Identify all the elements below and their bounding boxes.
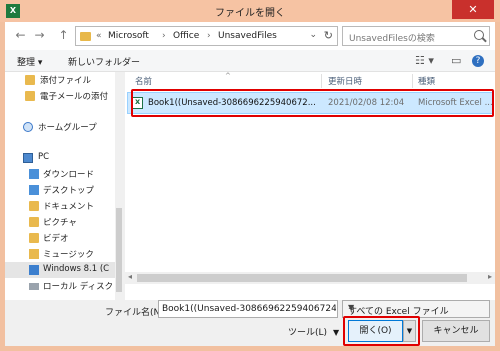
sidebar-item-label: デスクトップ	[43, 186, 95, 196]
videos-icon	[29, 233, 39, 243]
sidebar-item-pc[interactable]: PC	[5, 150, 115, 166]
up-arrow-icon[interactable]: ↑	[56, 28, 71, 43]
drive-icon	[29, 283, 39, 290]
chevron-down-icon: ▼	[333, 328, 340, 337]
organize-button[interactable]: 整理 ▾	[17, 55, 42, 68]
navigation-pane: 添付ファイル 電子メールの添付 ホームグループ PC ダウンロード デスクトップ	[5, 72, 123, 300]
sidebar-item-desktop[interactable]: デスクトップ	[5, 182, 115, 198]
scroll-right-icon[interactable]: ▸	[488, 272, 492, 281]
windows-drive-icon	[29, 265, 39, 275]
breadcrumb-separator[interactable]: ›	[162, 31, 166, 41]
preview-pane-icon[interactable]: ▭	[451, 54, 461, 67]
horizontal-scrollbar[interactable]: ◂ ▸	[125, 272, 495, 284]
folder-icon	[25, 91, 35, 101]
filename-field[interactable]: Book1((Unsaved-308669622594067244	[158, 300, 338, 318]
column-header-type[interactable]: 種類	[418, 75, 435, 87]
title-bar[interactable]: X ファイルを開く ✕	[0, 0, 500, 22]
sidebar-item-pictures[interactable]: ピクチャ	[5, 214, 115, 230]
highlight-frame	[131, 89, 494, 117]
search-icon[interactable]	[474, 30, 484, 40]
breadcrumb-overflow[interactable]: «	[96, 31, 102, 41]
command-bar: 整理 ▾ 新しいフォルダー ☷ ▾ ▭ ?	[5, 50, 495, 72]
breadcrumb-unsavedfiles[interactable]: UnsavedFiles	[218, 31, 277, 41]
back-arrow-icon[interactable]: ←	[13, 28, 28, 43]
column-divider[interactable]	[321, 74, 322, 88]
dialog-title: ファイルを開く	[215, 8, 285, 19]
sidebar-item-label: 電子メールの添付	[40, 92, 109, 102]
navigation-scrollbar[interactable]	[115, 72, 123, 300]
sidebar-item-label: ピクチャ	[43, 218, 77, 228]
sidebar-item-label: Windows 8.1 (C	[43, 264, 110, 274]
sidebar-item-label: ビデオ	[43, 234, 69, 244]
footer-controls: ファイル名(N): Book1((Unsaved-308669622594067…	[5, 300, 495, 346]
refresh-icon[interactable]: ↻	[324, 29, 333, 42]
sidebar-item-downloads[interactable]: ダウンロード	[5, 166, 115, 182]
column-header-name[interactable]: 名前	[135, 75, 152, 87]
sidebar-item-label: ローカル ディスク (E	[43, 282, 123, 292]
column-header-modified[interactable]: 更新日時	[328, 75, 362, 87]
address-bar[interactable]: « Microsoft › Office › UnsavedFiles ⌄ ↻	[75, 26, 338, 46]
sidebar-item-videos[interactable]: ビデオ	[5, 230, 115, 246]
breadcrumb-office[interactable]: Office	[173, 31, 199, 41]
sidebar-item-documents[interactable]: ドキュメント	[5, 198, 115, 214]
view-options-icon[interactable]: ☷ ▾	[415, 54, 434, 67]
dialog-body: ← → ↑ « Microsoft › Office › UnsavedFile…	[5, 22, 495, 346]
sort-ascending-icon: ^	[225, 72, 231, 80]
scrollbar-thumb[interactable]	[116, 208, 122, 292]
sidebar-item-music[interactable]: ミュージック	[5, 246, 115, 262]
search-placeholder: UnsavedFilesの検索	[349, 34, 435, 44]
sidebar-item-attachments[interactable]: 添付ファイル	[5, 72, 115, 88]
pc-icon	[23, 153, 33, 163]
download-icon	[29, 169, 39, 179]
file-open-dialog: X ファイルを開く ✕ ← → ↑ « Microsoft › Office ›…	[0, 0, 500, 351]
scroll-left-icon[interactable]: ◂	[128, 272, 132, 281]
column-divider[interactable]	[412, 74, 413, 88]
highlight-frame	[343, 316, 420, 346]
tools-label: ツール(L)	[288, 328, 328, 338]
documents-icon	[29, 201, 39, 211]
pictures-icon	[29, 217, 39, 227]
music-icon	[29, 249, 39, 259]
desktop-icon	[29, 185, 39, 195]
sidebar-item-label: 添付ファイル	[40, 76, 92, 86]
close-button[interactable]: ✕	[452, 0, 494, 19]
sidebar-item-local-disk[interactable]: ローカル ディスク (E	[5, 278, 123, 294]
sidebar-item-label: ダウンロード	[43, 170, 95, 180]
homegroup-icon	[23, 122, 33, 132]
folder-icon	[80, 32, 91, 41]
sidebar-item-label: ホームグループ	[38, 123, 97, 133]
file-list: 名前 ^ 更新日時 種類 Book1((Unsaved-308669622594…	[125, 72, 495, 300]
sidebar-item-windows-drive[interactable]: Windows 8.1 (C	[5, 262, 115, 278]
new-folder-button[interactable]: 新しいフォルダー	[68, 55, 140, 68]
forward-arrow-icon[interactable]: →	[32, 28, 47, 43]
chevron-down-icon: ▼	[348, 303, 355, 312]
sidebar-item-email-attachments[interactable]: 電子メールの添付	[5, 88, 115, 104]
filename-value: Book1((Unsaved-308669622594067244	[162, 304, 336, 314]
tools-button[interactable]: ツール(L) ▼	[288, 325, 339, 338]
folder-icon	[25, 75, 35, 85]
sidebar-item-homegroup[interactable]: ホームグループ	[5, 119, 115, 135]
sidebar-item-label: ミュージック	[43, 250, 94, 260]
cancel-button[interactable]: キャンセル	[422, 320, 490, 342]
sidebar-item-label: ドキュメント	[43, 202, 95, 212]
help-icon[interactable]: ?	[472, 55, 484, 67]
sidebar-item-label: PC	[38, 152, 50, 162]
breadcrumb-microsoft[interactable]: Microsoft	[108, 31, 149, 41]
breadcrumb-separator[interactable]: ›	[207, 31, 211, 41]
navigation-bar: ← → ↑ « Microsoft › Office › UnsavedFile…	[5, 22, 495, 50]
scrollbar-thumb[interactable]	[137, 274, 467, 282]
search-input[interactable]: UnsavedFilesの検索	[342, 26, 490, 46]
address-dropdown-icon[interactable]: ⌄	[309, 30, 317, 40]
